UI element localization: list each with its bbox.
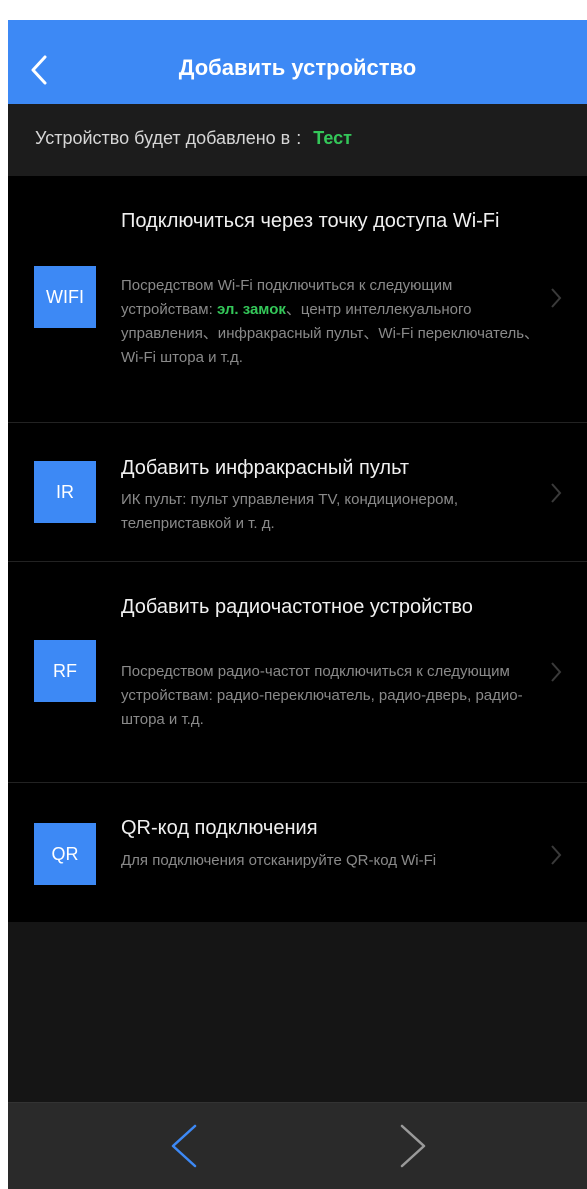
item-desc-rf: Посредством радио-частот подключиться к … — [121, 663, 523, 728]
ir-badge-icon: IR — [34, 461, 96, 523]
list-item-wifi[interactable]: WIFI Подключиться через точку доступа Wi… — [8, 176, 587, 423]
rf-badge-icon: RF — [34, 640, 96, 702]
item-desc-wifi: Посредством Wi-Fi подключиться к следующ… — [121, 274, 541, 370]
list-item-ir[interactable]: IR Добавить инфракрасный пульт ИК пульт:… — [8, 423, 587, 562]
list-item-qr[interactable]: QR QR-код подключения Для подключения от… — [8, 783, 587, 922]
header-bar: Добавить устройство — [8, 20, 587, 104]
nav-back-button[interactable] — [164, 1121, 204, 1171]
item-title-ir: Добавить инфракрасный пульт — [121, 457, 410, 479]
connection-method-list: WIFI Подключиться через точку доступа Wi… — [8, 176, 587, 922]
chevron-right-icon — [551, 662, 562, 682]
item-title-rf: Добавить радиочастотное устройство — [121, 596, 473, 618]
target-colon: : — [296, 128, 302, 148]
back-button[interactable] — [24, 50, 54, 90]
chevron-right-icon — [551, 483, 562, 503]
nav-forward-button[interactable] — [393, 1121, 433, 1171]
bottom-nav-bar — [8, 1102, 587, 1189]
nav-forward-icon — [400, 1124, 426, 1168]
wifi-badge-icon: WIFI — [34, 266, 96, 328]
chevron-right-icon — [551, 845, 562, 865]
item-desc-qr: Для подключения отсканируйте QR-код Wi-F… — [121, 852, 437, 869]
item-title-wifi: Подключиться через точку доступа Wi-Fi — [121, 210, 500, 232]
desc-highlight: эл. замок — [216, 301, 286, 318]
list-item-rf[interactable]: RF Добавить радиочастотное устройство По… — [8, 562, 587, 783]
chevron-right-icon — [551, 288, 562, 308]
target-info-bar: Устройство будет добавлено в: Тест — [8, 104, 587, 176]
nav-back-icon — [171, 1124, 197, 1168]
item-desc-ir: ИК пульт: пульт управления TV, кондицион… — [121, 491, 459, 532]
target-value: Тест — [313, 128, 352, 148]
app-screen: Добавить устройство Устройство будет доб… — [8, 20, 587, 1189]
target-text: Устройство будет добавлено в: Тест — [35, 128, 352, 149]
qr-badge-icon: QR — [34, 823, 96, 885]
chevron-left-icon — [31, 55, 47, 85]
target-label: Устройство будет добавлено в — [35, 128, 291, 148]
item-title-qr: QR-код подключения — [121, 817, 318, 839]
